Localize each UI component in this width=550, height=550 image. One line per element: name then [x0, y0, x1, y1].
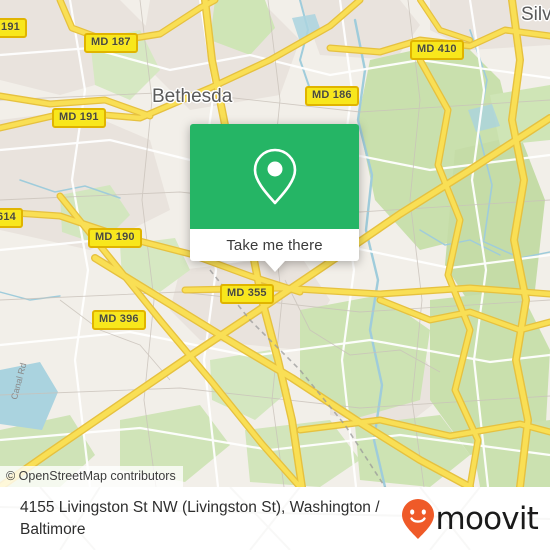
take-me-there-label: Take me there: [226, 236, 323, 254]
take-me-there-popup[interactable]: Take me there: [190, 124, 359, 272]
map-canvas[interactable]: Bethesda Silv Canal Rd 191 MD 187 MD 191…: [0, 0, 550, 487]
road-shield-md-190[interactable]: MD 190: [88, 228, 142, 248]
popup-pointer-tail: [264, 261, 285, 272]
popup-action-bar[interactable]: Take me there: [190, 229, 359, 272]
moovit-map-screenshot: Bethesda Silv Canal Rd 191 MD 187 MD 191…: [0, 0, 550, 550]
popup-icon-panel: [190, 124, 359, 229]
road-shield-md-191[interactable]: MD 191: [52, 108, 106, 128]
road-shield-md-396[interactable]: MD 396: [92, 310, 146, 330]
road-shield-md-187[interactable]: MD 187: [84, 33, 138, 53]
road-shield-md-614-partial[interactable]: 614: [0, 208, 23, 228]
location-title: 4155 Livingston St NW (Livingston St), W…: [20, 498, 380, 538]
footer-bar: 4155 Livingston St NW (Livingston St), W…: [0, 487, 550, 550]
moovit-smiley-pin-icon: [401, 498, 434, 539]
moovit-wordmark: moovit: [435, 500, 539, 537]
moovit-brand[interactable]: moovit: [401, 487, 539, 550]
place-label-silver-spring: Silv: [521, 4, 550, 25]
road-shield-md-191-partial[interactable]: 191: [0, 18, 27, 38]
road-shield-md-355[interactable]: MD 355: [220, 284, 274, 304]
place-label-bethesda: Bethesda: [152, 86, 233, 107]
road-shield-md-410[interactable]: MD 410: [410, 40, 464, 60]
osm-attribution[interactable]: © OpenStreetMap contributors: [0, 466, 183, 487]
map-pin-icon: [253, 148, 296, 204]
road-shield-md-186[interactable]: MD 186: [305, 86, 359, 106]
